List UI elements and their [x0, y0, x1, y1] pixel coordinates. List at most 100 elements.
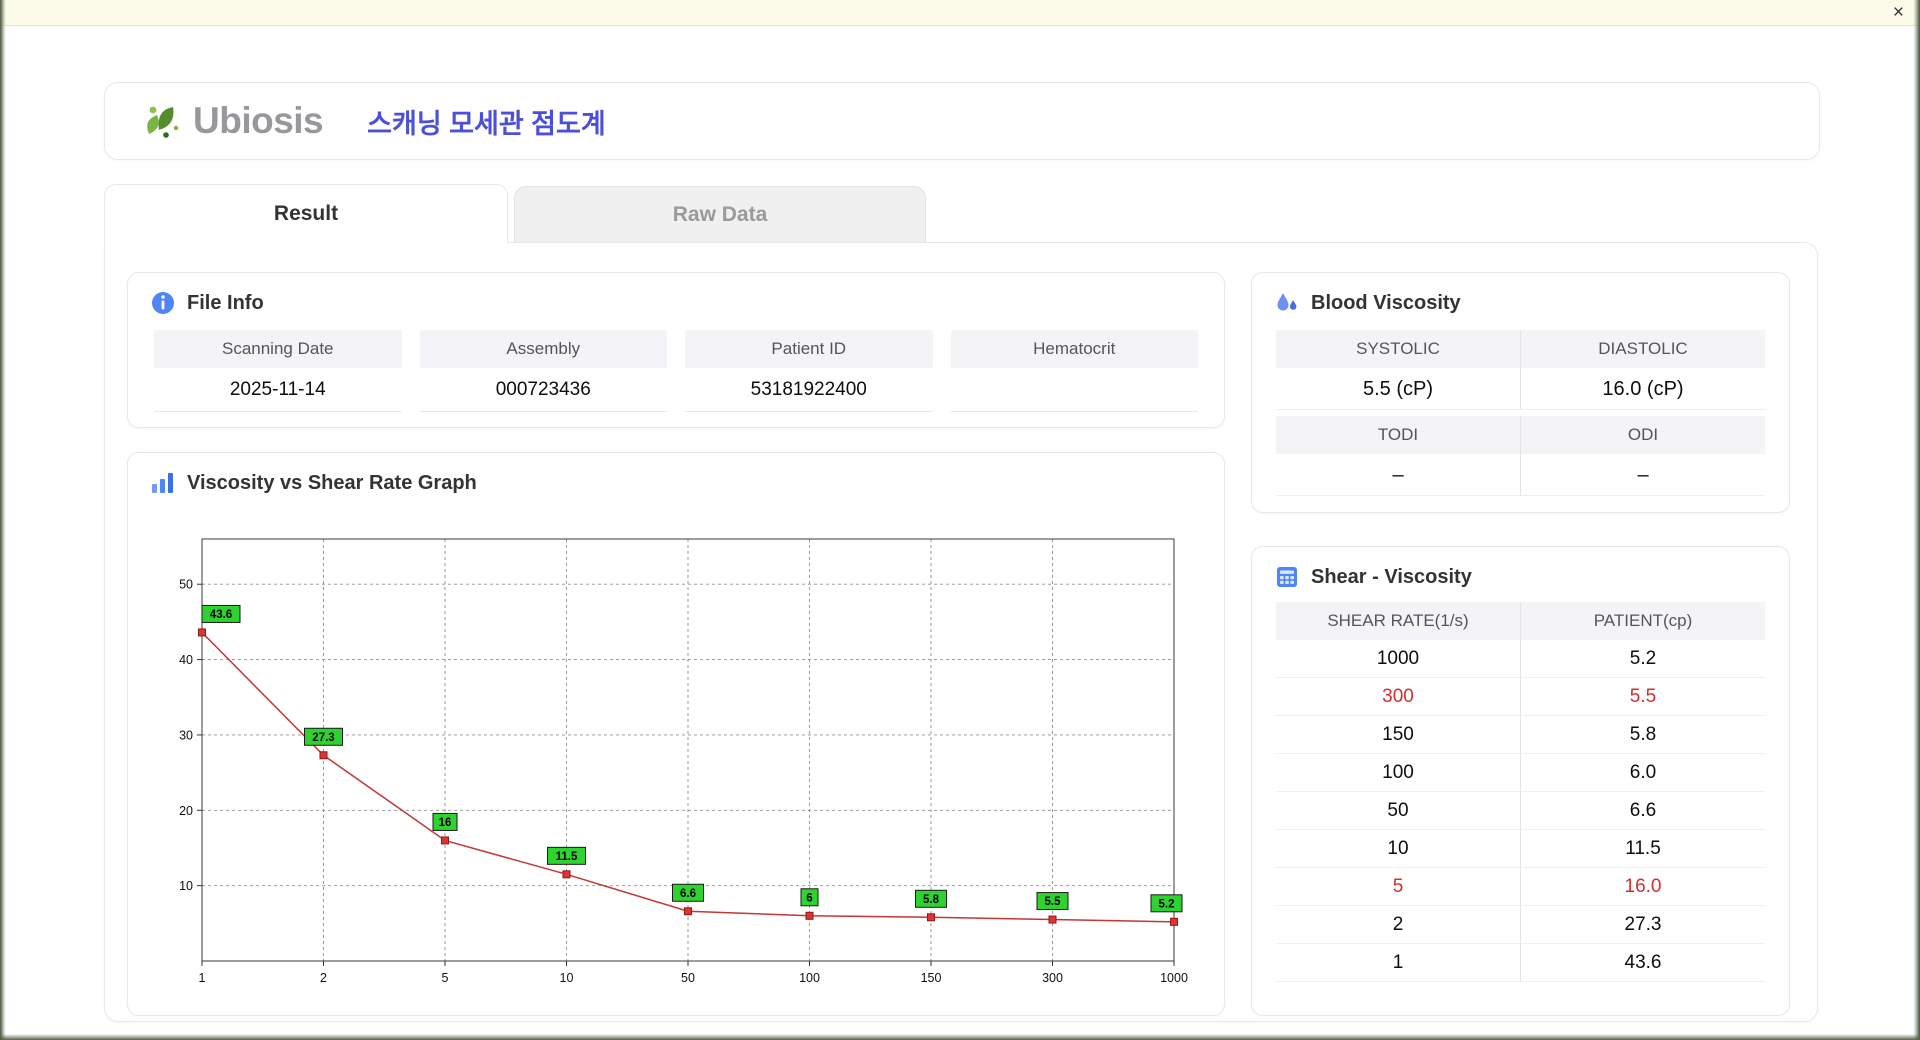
svg-text:5.5: 5.5 — [1045, 896, 1062, 908]
svg-text:27.3: 27.3 — [312, 732, 334, 744]
blood-viscosity-table: SYSTOLIC DIASTOLIC 5.5 (cP) 16.0 (cP) TO… — [1252, 326, 1789, 496]
svg-text:11.5: 11.5 — [556, 851, 578, 863]
bv-value-todi: – — [1276, 454, 1520, 496]
svg-text:5.2: 5.2 — [1159, 898, 1175, 910]
shear-rate-cell: 100 — [1276, 754, 1520, 792]
tab-result[interactable]: Result — [104, 184, 508, 243]
blood-viscosity-card: Blood Viscosity SYSTOLIC DIASTOLIC 5.5 (… — [1251, 272, 1790, 513]
table-row: 150 5.8 — [1276, 716, 1765, 754]
bv-value-odi: – — [1520, 454, 1765, 496]
logo-text: Ubiosis — [193, 100, 324, 141]
svg-text:43.6: 43.6 — [210, 609, 232, 621]
svg-text:16: 16 — [439, 817, 452, 829]
svg-text:5.8: 5.8 — [923, 894, 940, 906]
bv-label-todi: TODI — [1276, 416, 1520, 454]
field-scanning-date: Scanning Date 2025-11-14 — [154, 330, 402, 412]
svg-text:1: 1 — [199, 971, 206, 985]
shear-rate-cell: 2 — [1276, 906, 1520, 944]
bv-label-systolic: SYSTOLIC — [1276, 330, 1520, 368]
patient-cell: 16.0 — [1520, 868, 1765, 906]
bv-label-odi: ODI — [1520, 416, 1765, 454]
field-label: Scanning Date — [154, 330, 402, 368]
svg-text:30: 30 — [179, 728, 193, 742]
app-header: Ubiosis 스캐닝 모세관 점도계 — [104, 82, 1820, 160]
svg-text:10: 10 — [560, 971, 574, 985]
field-value: 000723436 — [419, 368, 667, 412]
svg-text:20: 20 — [179, 804, 193, 818]
svg-text:5: 5 — [442, 971, 449, 985]
shear-rate-cell: 10 — [1276, 830, 1520, 868]
viscosity-graph-card: Viscosity vs Shear Rate Graph 10 20 30 40 50… — [127, 452, 1225, 1016]
svg-text:300: 300 — [1042, 971, 1063, 985]
table-row: 100 6.0 — [1276, 754, 1765, 792]
bar-chart-icon — [152, 473, 173, 493]
field-value: 2025-11-14 — [154, 368, 402, 412]
patient-cell: 6.6 — [1520, 792, 1765, 830]
tab-raw-data[interactable]: Raw Data — [514, 186, 926, 242]
screen-edge-bottom — [0, 1034, 1920, 1040]
bv-value-diastolic: 16.0 (cP) — [1520, 368, 1765, 410]
blood-viscosity-title: Blood Viscosity — [1252, 273, 1789, 326]
table-row: 50 6.6 — [1276, 792, 1765, 830]
shear-table: SHEAR RATE(1/s) PATIENT(cp) 1000 5.2 300… — [1252, 600, 1789, 982]
table-row: 300 5.5 — [1276, 678, 1765, 716]
table-row: 10 11.5 — [1276, 830, 1765, 868]
table-row: 2 27.3 — [1276, 906, 1765, 944]
patient-cell: 27.3 — [1520, 906, 1765, 944]
window-titlebar: × — [0, 0, 1920, 26]
svg-text:10: 10 — [179, 879, 193, 893]
graph-title-text: Viscosity vs Shear Rate Graph — [187, 471, 477, 494]
droplet-icon — [1277, 293, 1297, 311]
patient-cell: 5.5 — [1520, 678, 1765, 716]
file-info-title: File Info — [128, 273, 1224, 326]
table-row: 1 43.6 — [1276, 944, 1765, 982]
shear-rate-column-header: SHEAR RATE(1/s) — [1276, 602, 1520, 640]
viscosity-chart: 10 20 30 40 50 1 2 5 10 50 100 150 300 1000 43.6 27.3 16… — [179, 538, 1188, 985]
svg-text:40: 40 — [179, 653, 193, 667]
patient-cell: 11.5 — [1520, 830, 1765, 868]
svg-text:50: 50 — [681, 971, 695, 985]
shear-rate-cell: 300 — [1276, 678, 1520, 716]
file-info-title-text: File Info — [187, 291, 264, 314]
svg-text:50: 50 — [179, 578, 193, 592]
patient-cell: 5.2 — [1520, 640, 1765, 678]
shear-rate-cell: 1000 — [1276, 640, 1520, 678]
screen-edge-right — [1913, 0, 1920, 1040]
svg-text:1000: 1000 — [1160, 971, 1188, 985]
ubiosis-logo: Ubiosis — [141, 100, 324, 142]
shear-rate-cell: 150 — [1276, 716, 1520, 754]
svg-text:6.6: 6.6 — [680, 888, 696, 900]
field-label: Assembly — [419, 330, 667, 368]
shear-rate-cell: 50 — [1276, 792, 1520, 830]
svg-text:2: 2 — [320, 971, 327, 985]
close-button[interactable]: × — [1893, 2, 1904, 24]
patient-column-header: PATIENT(cp) — [1520, 602, 1765, 640]
bv-value-row: – – — [1276, 454, 1765, 496]
field-value — [950, 368, 1198, 412]
shear-rate-cell: 1 — [1276, 944, 1520, 982]
patient-cell: 43.6 — [1520, 944, 1765, 982]
shear-viscosity-title-text: Shear - Viscosity — [1311, 565, 1472, 588]
bv-value-systolic: 5.5 (cP) — [1276, 368, 1520, 410]
field-value: 53181922400 — [685, 368, 933, 412]
screen-edge-left — [0, 0, 6, 1040]
file-info-card: File Info Scanning Date 2025-11-14 Assem… — [127, 272, 1225, 428]
graph-title: Viscosity vs Shear Rate Graph — [128, 453, 1224, 506]
page-title: 스캐닝 모세관 점도계 — [367, 108, 606, 139]
patient-cell: 5.8 — [1520, 716, 1765, 754]
bv-label-diastolic: DIASTOLIC — [1520, 330, 1765, 368]
leaf-icon — [147, 106, 179, 138]
table-icon — [1277, 567, 1297, 587]
bv-header-row: SYSTOLIC DIASTOLIC — [1276, 330, 1765, 368]
field-label: Hematocrit — [950, 330, 1198, 368]
bv-value-row: 5.5 (cP) 16.0 (cP) — [1276, 368, 1765, 410]
field-patient-id: Patient ID 53181922400 — [685, 330, 933, 412]
shear-table-header: SHEAR RATE(1/s) PATIENT(cp) — [1276, 602, 1765, 640]
shear-viscosity-card: Shear - Viscosity SHEAR RATE(1/s) PATIEN… — [1251, 546, 1790, 1016]
svg-text:150: 150 — [921, 971, 942, 985]
field-assembly: Assembly 000723436 — [419, 330, 667, 412]
shear-viscosity-title: Shear - Viscosity — [1252, 547, 1789, 600]
bv-header-row: TODI ODI — [1276, 416, 1765, 454]
blood-viscosity-title-text: Blood Viscosity — [1311, 291, 1461, 314]
field-label: Patient ID — [685, 330, 933, 368]
